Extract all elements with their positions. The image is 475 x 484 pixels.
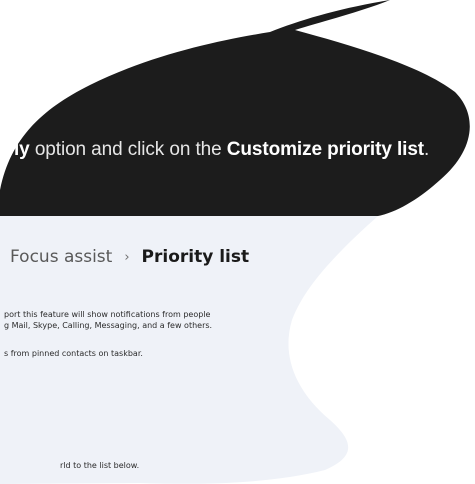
description-line-1: port this feature will show notification… (4, 310, 211, 319)
page-title: Priority list (141, 247, 250, 267)
caption-prefix: ly (14, 139, 30, 160)
description-line-2: g Mail, Skype, Calling, Messaging, and a… (4, 321, 213, 330)
breadcrumb-focus-assist[interactable]: Focus assist (10, 247, 112, 267)
caption-middle: option and click on the (29, 139, 227, 160)
tutorial-caption-region (0, 0, 470, 216)
caption-emphasis: Customize priority list (226, 139, 425, 160)
chevron-right-icon: › (124, 249, 130, 265)
breadcrumb: Focus assist › Priority list (10, 247, 249, 267)
screenshot-collage (0, 0, 470, 484)
tutorial-caption: ly option and click on the Customize pri… (14, 139, 429, 161)
caption-suffix: . (424, 139, 430, 160)
pinned-contacts-label: s from pinned contacts on taskbar. (4, 349, 143, 358)
add-to-list-label: rld to the list below. (60, 461, 140, 470)
